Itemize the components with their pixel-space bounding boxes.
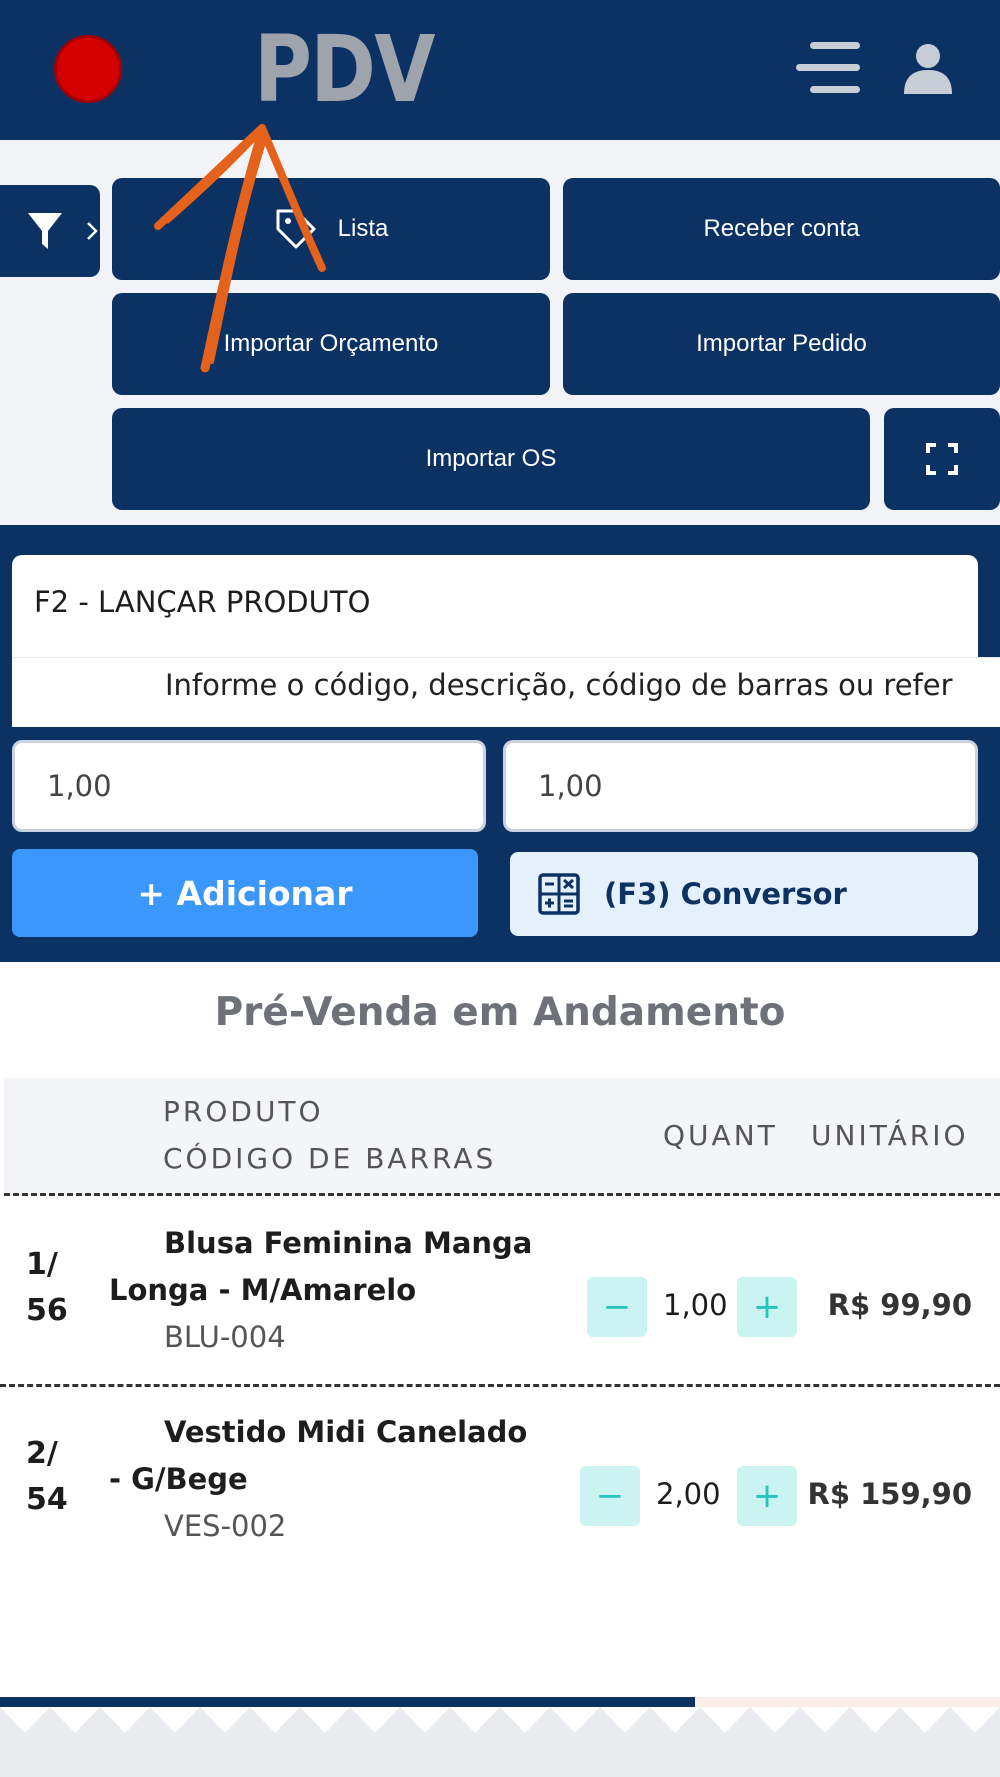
calculator-icon <box>538 873 580 915</box>
column-quant: QUANT <box>663 1119 778 1152</box>
row-index-bottom: 56 <box>26 1293 68 1328</box>
column-codigo-barras: CÓDIGO DE BARRAS <box>163 1142 497 1175</box>
app-header: PDV <box>0 0 1000 140</box>
column-produto: PRODUTO <box>163 1095 324 1128</box>
chevron-right-icon <box>87 222 98 240</box>
fullscreen-button[interactable] <box>884 408 1000 510</box>
product-name-line2: - G/Bege <box>109 1462 248 1496</box>
plus-icon: + <box>752 1476 782 1516</box>
scroll-progress-fill <box>0 1697 695 1707</box>
product-name-line1: Blusa Feminina Manga <box>164 1226 533 1260</box>
row-index: 1/ 56 <box>26 1242 68 1334</box>
decrease-quantity-button[interactable]: − <box>580 1466 640 1526</box>
minus-icon: − <box>595 1476 625 1516</box>
importar-pedido-button[interactable]: Importar Pedido <box>563 293 1000 395</box>
expand-icon <box>926 443 958 475</box>
app-title: PDV <box>254 16 435 123</box>
row-index-bottom: 54 <box>26 1482 68 1517</box>
plus-icon: + <box>752 1287 782 1327</box>
quantity-input[interactable]: 1,00 <box>12 740 486 832</box>
pdv-screen: PDV Lista Receber conta Importar Orçamen <box>0 0 1000 1777</box>
unit-price: R$ 99,90 <box>827 1288 972 1322</box>
column-unitario: UNITÁRIO <box>811 1119 969 1152</box>
price-input[interactable]: 1,00 <box>503 740 978 832</box>
adicionar-button[interactable]: + Adicionar <box>12 849 478 937</box>
product-code: BLU-004 <box>164 1320 286 1354</box>
row-index-top: 1/ <box>26 1247 58 1282</box>
conversor-label: (F3) Conversor <box>604 877 847 911</box>
importar-orcamento-button[interactable]: Importar Orçamento <box>112 293 550 395</box>
user-icon[interactable] <box>902 42 954 94</box>
lista-button[interactable]: Lista <box>112 178 550 280</box>
conversor-button[interactable]: (F3) Conversor <box>510 852 978 936</box>
importar-pedido-label: Importar Pedido <box>696 330 867 357</box>
increase-quantity-button[interactable]: + <box>737 1466 797 1526</box>
record-icon[interactable] <box>54 35 122 103</box>
scroll-progress <box>0 1697 1000 1707</box>
receber-conta-label: Receber conta <box>703 215 860 242</box>
increase-quantity-button[interactable]: + <box>737 1277 797 1337</box>
receber-conta-button[interactable]: Receber conta <box>563 178 1000 280</box>
filter-button[interactable] <box>0 185 100 277</box>
product-search-placeholder: Informe o código, descrição, código de b… <box>165 668 953 702</box>
quantity-value: 2,00 <box>656 1477 721 1511</box>
product-name-line1: Vestido Midi Canelado <box>164 1415 528 1449</box>
lancar-title: F2 - LANÇAR PRODUTO <box>34 585 371 619</box>
row-index-top: 2/ <box>26 1436 58 1471</box>
menu-icon[interactable] <box>796 40 860 96</box>
pre-venda-title: Pré-Venda em Andamento <box>214 990 786 1035</box>
importar-os-label: Importar OS <box>425 445 557 472</box>
row-index: 2/ 54 <box>26 1431 68 1523</box>
quantity-value: 1,00 <box>663 1288 728 1322</box>
minus-icon: − <box>602 1287 632 1327</box>
importar-orcamento-label: Importar Orçamento <box>223 330 439 357</box>
lista-label: Lista <box>337 215 389 242</box>
product-code: VES-002 <box>164 1509 287 1543</box>
filter-icon <box>28 213 62 249</box>
zigzag-divider <box>0 1707 1000 1777</box>
unit-price: R$ 159,90 <box>807 1477 972 1511</box>
importar-os-button[interactable]: Importar OS <box>112 408 870 510</box>
tag-icon <box>276 209 316 249</box>
decrease-quantity-button[interactable]: − <box>587 1277 647 1337</box>
product-name-line2: Longa - M/Amarelo <box>109 1273 417 1307</box>
